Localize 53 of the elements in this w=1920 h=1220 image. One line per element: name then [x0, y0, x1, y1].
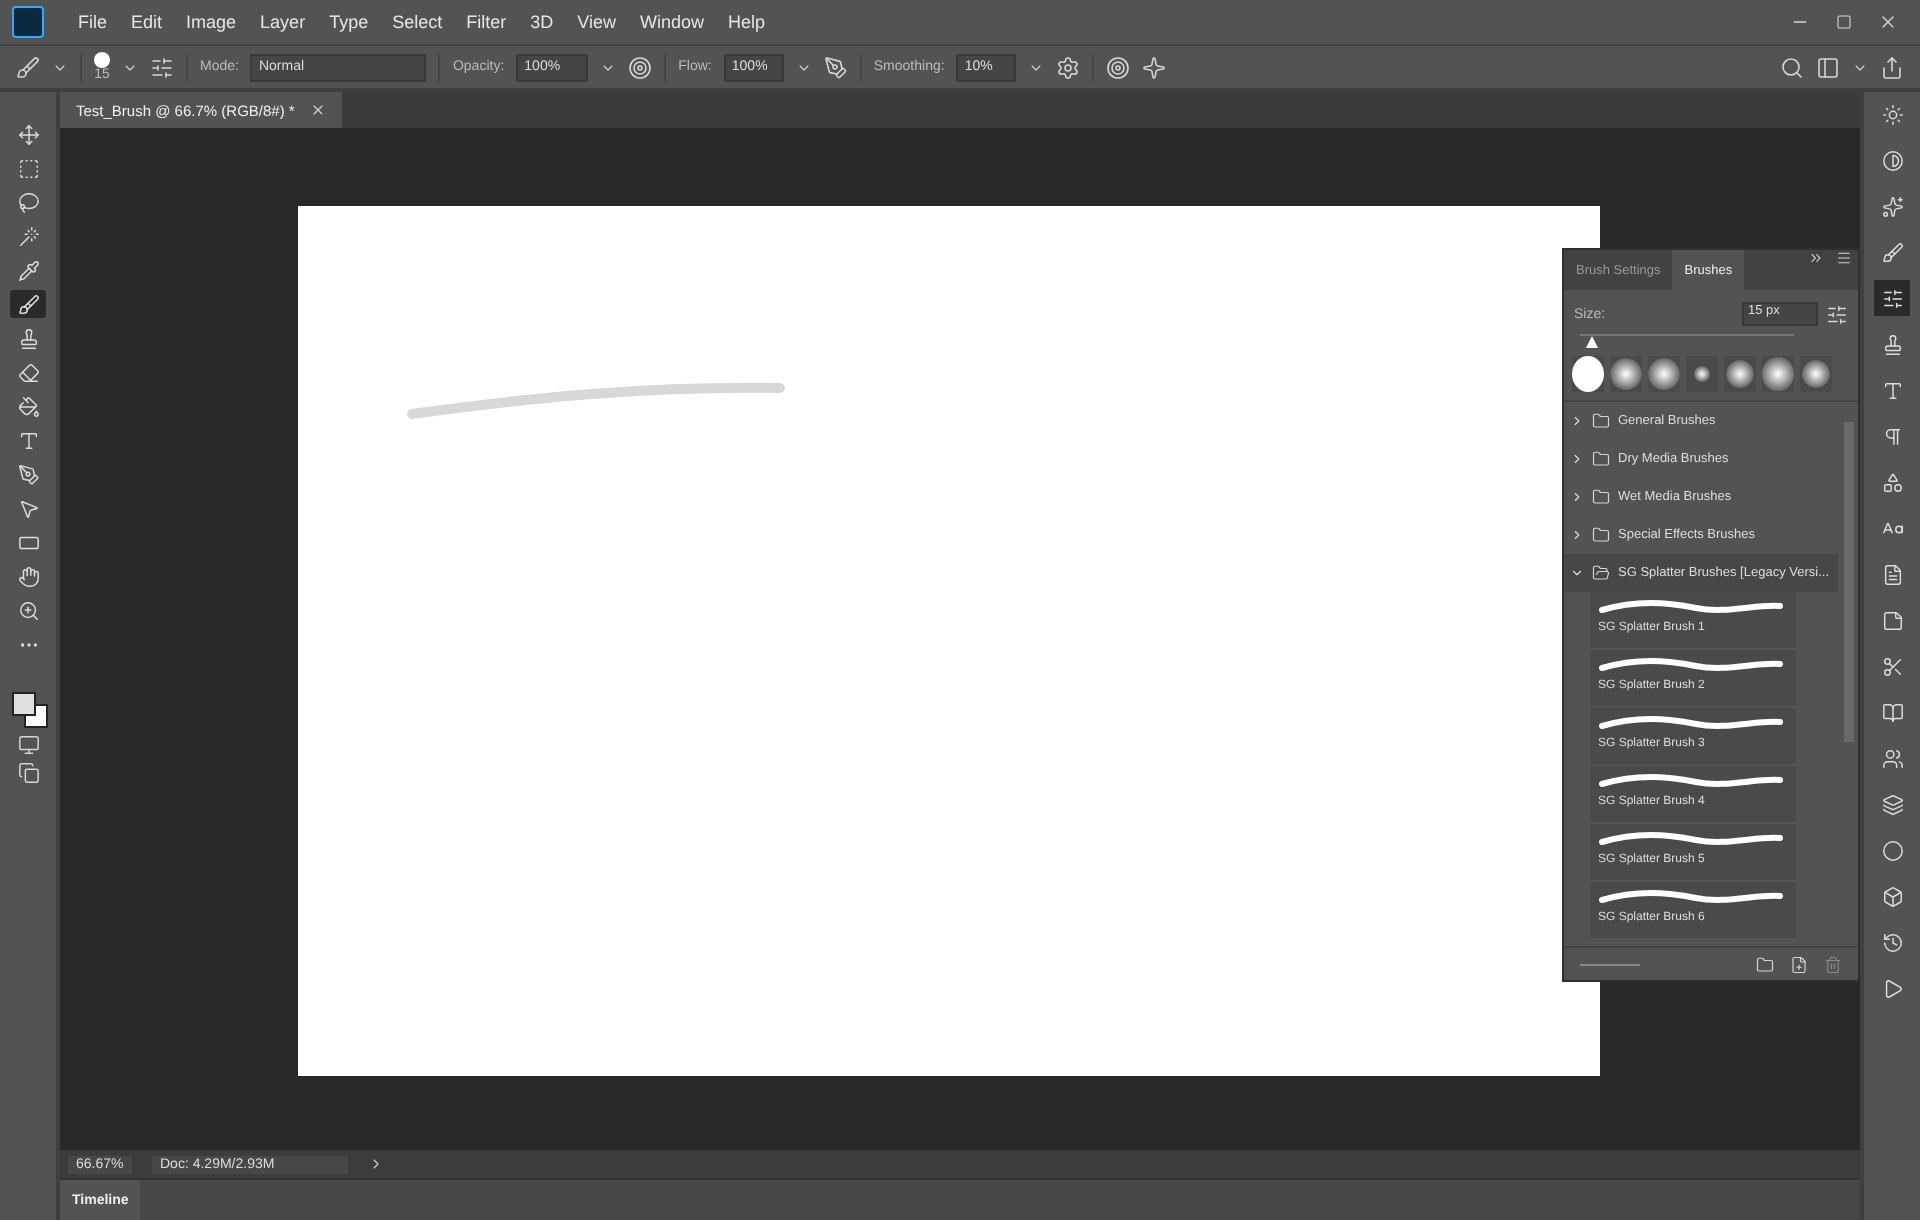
collapsed-caret-icon[interactable] [1570, 490, 1584, 504]
screen-mode-icon[interactable] [17, 762, 39, 784]
menu-item[interactable]: Edit [121, 8, 173, 36]
brush-settings-icon[interactable] [1826, 303, 1848, 325]
menu-item[interactable]: View [567, 8, 626, 36]
settings-icon[interactable] [1056, 55, 1081, 79]
brush-tip-icon[interactable] [94, 52, 110, 68]
chevron-right-icon[interactable] [368, 1156, 384, 1172]
brush-tip-icon[interactable] [1572, 356, 1604, 392]
brush-tip-icon[interactable] [1610, 358, 1642, 390]
collapsed-caret-icon[interactable] [1570, 414, 1584, 428]
sliders-panel-icon[interactable] [1874, 280, 1910, 316]
search-icon[interactable] [1780, 55, 1804, 79]
brush-tool-icon[interactable] [10, 290, 46, 318]
close-icon[interactable] [310, 102, 327, 118]
menu-item[interactable]: Filter [456, 8, 517, 36]
pressure-size-icon[interactable] [1106, 55, 1131, 79]
menu-item[interactable]: File [68, 8, 118, 36]
brush-tip-icon[interactable] [1694, 366, 1710, 382]
brush-tip-icon[interactable] [1726, 360, 1754, 388]
symmetry-icon[interactable] [1142, 55, 1167, 79]
menu-item[interactable]: Window [629, 8, 714, 36]
brush-tip-icon[interactable] [1648, 358, 1680, 390]
size-slider-thumb[interactable] [1586, 336, 1599, 348]
menu-item[interactable]: Select [382, 8, 453, 36]
expanded-caret-icon[interactable] [1570, 566, 1584, 580]
folder-icon[interactable] [1592, 526, 1610, 544]
menu-item[interactable]: Help [717, 8, 775, 36]
brush-tip-icon[interactable] [1802, 360, 1830, 388]
folder-icon[interactable] [1592, 564, 1610, 582]
color-swatches-icon[interactable] [8, 688, 48, 728]
share-icon[interactable] [1880, 55, 1904, 79]
folder-icon[interactable] [1592, 450, 1610, 468]
maximize-icon[interactable] [1836, 14, 1852, 30]
new-brush-icon[interactable] [1790, 955, 1808, 973]
brush-tool-preset-icon[interactable] [16, 55, 40, 79]
pressure-opacity-icon[interactable] [628, 55, 653, 79]
brush-tip-icon[interactable] [1762, 356, 1794, 392]
folder-icon[interactable] [1592, 488, 1610, 506]
menu-item[interactable]: 3D [520, 8, 564, 36]
quick-mask-icon[interactable] [17, 734, 39, 756]
brush-settings-icon[interactable] [150, 55, 174, 79]
menu-item[interactable]: Layer [250, 8, 316, 36]
collapsed-caret-icon[interactable] [1570, 452, 1584, 466]
airbrush-icon[interactable] [823, 55, 848, 79]
folder-icon[interactable] [1592, 412, 1610, 430]
folder-icon[interactable] [1756, 955, 1774, 973]
collapsed-caret-icon[interactable] [1570, 528, 1584, 542]
menu-item[interactable]: Image [176, 8, 247, 36]
workspace-icon[interactable] [1816, 55, 1840, 79]
app-logo-icon [12, 6, 44, 38]
close-icon[interactable] [1878, 12, 1898, 32]
menu-item[interactable]: Type [319, 8, 379, 36]
